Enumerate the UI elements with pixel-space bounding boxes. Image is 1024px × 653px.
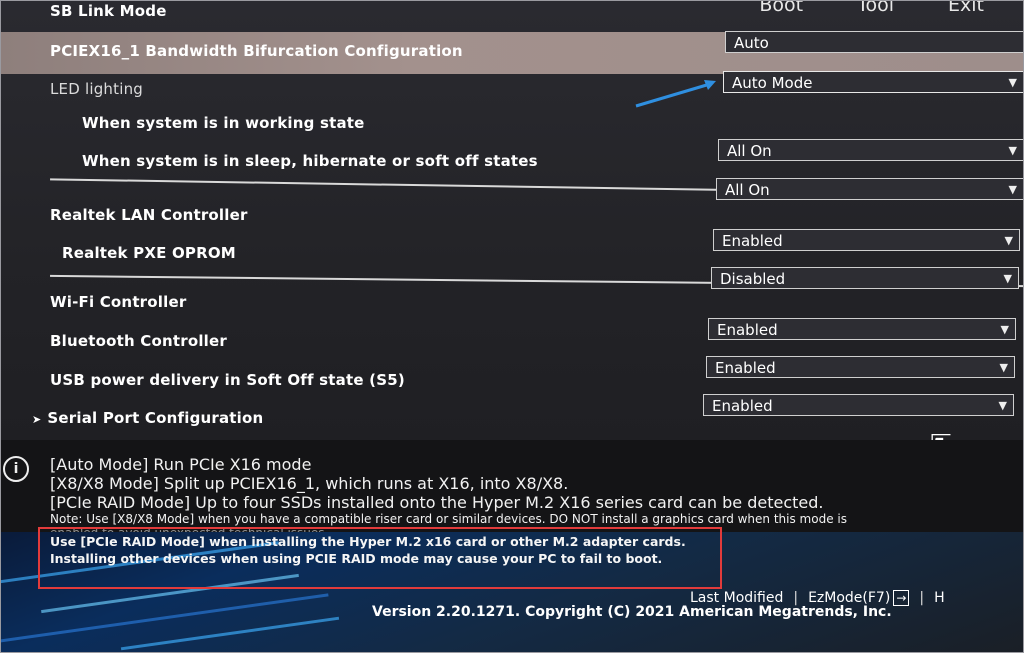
top-menu-tabs: Boot Tool Exit xyxy=(759,0,984,16)
usb-power-delivery-select[interactable]: Enabled ▼ xyxy=(703,394,1014,416)
bifurcation-select[interactable]: Auto Mode ▼ xyxy=(723,71,1024,93)
realtek-pxe-select[interactable]: Disabled ▼ xyxy=(711,267,1019,289)
select-value: Enabled xyxy=(715,359,776,377)
tab-boot[interactable]: Boot xyxy=(759,0,803,16)
info-icon: i xyxy=(3,456,29,482)
chevron-down-icon: ▼ xyxy=(1008,76,1017,89)
select-value: Auto Mode xyxy=(732,74,813,92)
serial-port-config-label[interactable]: ➤ Serial Port Configuration xyxy=(32,409,263,427)
footer-separator: | xyxy=(919,590,925,606)
bluetooth-controller-select[interactable]: Enabled ▼ xyxy=(706,356,1015,378)
chevron-down-icon: ▼ xyxy=(1003,272,1012,285)
annotation-arrow-icon xyxy=(635,80,716,108)
raid-warning-line: Installing other devices when using PCIE… xyxy=(50,551,663,566)
hot-keys-button[interactable]: H xyxy=(934,590,945,606)
select-value: Auto xyxy=(734,34,769,52)
select-value: Enabled xyxy=(722,232,783,250)
chevron-down-icon: ▼ xyxy=(1004,234,1013,247)
usb-power-delivery-label[interactable]: USB power delivery in Soft Off state (S5… xyxy=(50,371,405,389)
raid-warning-text: Use [PCIe RAID Mode] when installing the… xyxy=(50,533,686,567)
tab-tool[interactable]: Tool xyxy=(857,0,894,16)
sb-link-mode-select[interactable]: Auto xyxy=(725,31,1024,53)
help-line: Note: Use [X8/X8 Mode] when you have a c… xyxy=(50,512,847,526)
bluetooth-controller-label[interactable]: Bluetooth Controller xyxy=(50,332,227,350)
serial-port-config-text: Serial Port Configuration xyxy=(47,409,264,427)
sb-link-mode-label[interactable]: SB Link Mode xyxy=(50,2,167,20)
help-line: [X8/X8 Mode] Split up PCIEX16_1, which r… xyxy=(50,474,569,493)
submenu-arrow-icon: ➤ xyxy=(32,413,42,426)
select-value: Enabled xyxy=(717,321,778,339)
chevron-down-icon: ▼ xyxy=(1008,144,1017,157)
chevron-down-icon: ▼ xyxy=(1008,183,1017,196)
chevron-down-icon: ▼ xyxy=(998,399,1007,412)
chevron-down-icon: ▼ xyxy=(1000,323,1009,336)
select-value: All On xyxy=(725,181,770,199)
select-value: Enabled xyxy=(712,397,773,415)
ezmode-exit-icon: → xyxy=(893,590,910,606)
realtek-pxe-label[interactable]: Realtek PXE OPROM xyxy=(62,244,236,262)
annotation-arrow-line xyxy=(635,82,711,108)
select-value: Disabled xyxy=(720,270,786,288)
chevron-down-icon: ▼ xyxy=(999,361,1008,374)
help-line: [Auto Mode] Run PCIe X16 mode xyxy=(50,455,312,474)
select-value: All On xyxy=(727,142,772,160)
working-state-label[interactable]: When system is in working state xyxy=(82,114,365,132)
help-line: [PCIe RAID Mode] Up to four SSDs install… xyxy=(50,493,824,512)
led-lighting-label: LED lighting xyxy=(50,80,143,98)
pciex16-bifurcation-label[interactable]: PCIEX16_1 Bandwidth Bifurcation Configur… xyxy=(50,42,463,60)
working-state-select[interactable]: All On ▼ xyxy=(718,139,1024,161)
sleep-state-label[interactable]: When system is in sleep, hibernate or so… xyxy=(82,152,538,170)
realtek-lan-select[interactable]: Enabled ▼ xyxy=(713,229,1020,251)
version-copyright: Version 2.20.1271. Copyright (C) 2021 Am… xyxy=(372,604,892,620)
tab-exit[interactable]: Exit xyxy=(948,0,984,16)
decorative-streak xyxy=(120,616,340,651)
realtek-lan-label[interactable]: Realtek LAN Controller xyxy=(50,206,248,224)
decorative-streak xyxy=(0,593,329,644)
sleep-state-select[interactable]: All On ▼ xyxy=(716,178,1024,200)
wifi-controller-select[interactable]: Enabled ▼ xyxy=(708,318,1016,340)
raid-warning-line: Use [PCIe RAID Mode] when installing the… xyxy=(50,534,686,549)
wifi-controller-label[interactable]: Wi-Fi Controller xyxy=(50,293,186,311)
